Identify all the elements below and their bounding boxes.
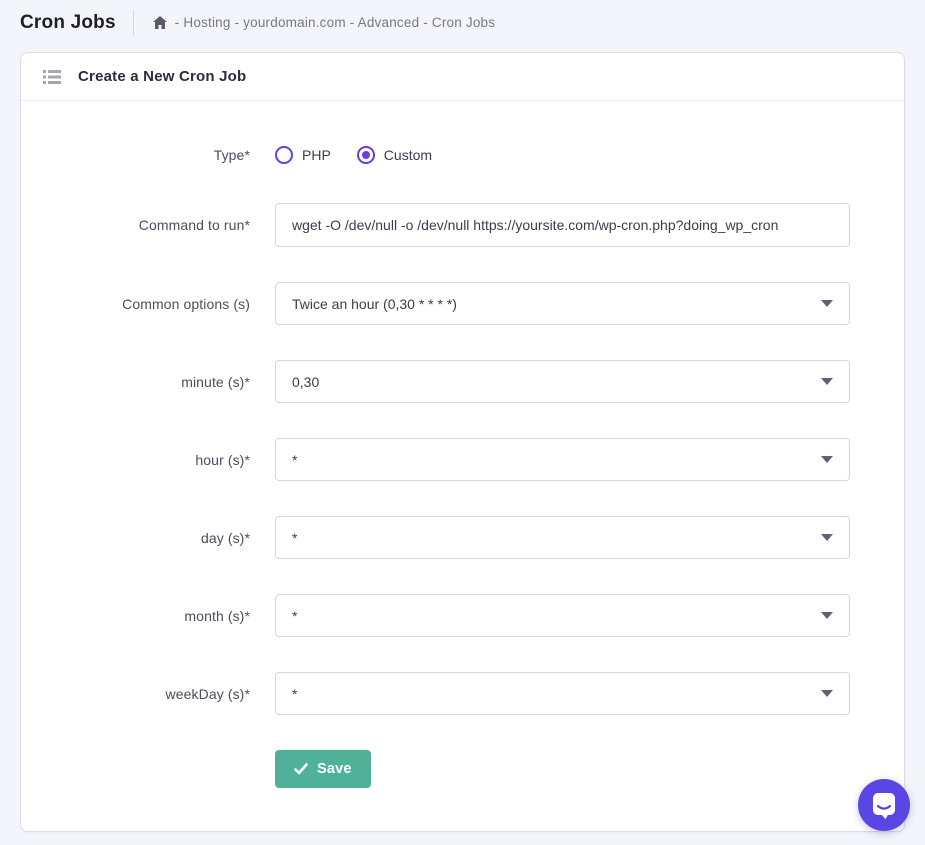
minute-select[interactable]: 0,30 <box>275 360 850 403</box>
radio-option-php[interactable]: PHP <box>275 146 331 164</box>
hour-value: * <box>292 451 298 468</box>
save-button-label: Save <box>317 761 352 777</box>
month-value: * <box>292 607 298 624</box>
radio-php-label: PHP <box>302 147 331 163</box>
weekday-value: * <box>292 685 298 702</box>
form-row-hour: hour (s)* * <box>21 438 904 481</box>
create-cron-job-card: Create a New Cron Job Type* PHP Custom C… <box>20 52 905 832</box>
save-button[interactable]: Save <box>275 750 371 788</box>
radio-custom[interactable] <box>356 146 375 164</box>
radio-custom-label: Custom <box>383 147 433 163</box>
breadcrumb: - Hosting - yourdomain.com - Advanced - … <box>152 15 495 31</box>
month-select[interactable]: * <box>275 594 850 637</box>
chat-launcher-button[interactable] <box>858 779 910 831</box>
page-title: Cron Jobs <box>20 11 116 33</box>
check-icon <box>294 763 308 775</box>
day-value: * <box>292 529 298 546</box>
form-row-weekday: weekDay (s)* * <box>21 672 904 715</box>
minute-value: 0,30 <box>292 373 320 390</box>
page-header: Cron Jobs - Hosting - yourdomain.com - A… <box>0 0 925 45</box>
chevron-down-icon <box>821 534 833 541</box>
form-row-save: Save <box>21 750 904 788</box>
form-row-month: month (s)* * <box>21 594 904 637</box>
type-label: Type* <box>213 147 250 163</box>
form-row-command: Command to run* <box>21 203 904 247</box>
hour-label: hour (s)* <box>195 451 250 468</box>
cron-job-form: Type* PHP Custom Command to run* wget -O… <box>21 101 904 788</box>
home-icon[interactable] <box>152 15 168 31</box>
card-title: Create a New Cron Job <box>78 68 247 85</box>
month-label: month (s)* <box>184 607 250 624</box>
form-row-common-options: Common options (s) Twice an hour (0,30 *… <box>21 282 904 325</box>
chevron-down-icon <box>821 378 833 385</box>
chat-bubble-icon <box>873 793 895 820</box>
chevron-down-icon <box>821 300 833 307</box>
chevron-down-icon <box>821 690 833 697</box>
chevron-down-icon <box>821 612 833 619</box>
hour-select[interactable]: * <box>275 438 850 481</box>
command-label: Command to run* <box>138 217 250 233</box>
form-row-minute: minute (s)* 0,30 <box>21 360 904 403</box>
radio-php[interactable] <box>275 146 293 164</box>
minute-label: minute (s)* <box>181 373 250 390</box>
common-options-label: Common options (s) <box>122 295 250 312</box>
breadcrumb-text[interactable]: - Hosting - yourdomain.com - Advanced - … <box>175 15 495 30</box>
radio-option-custom[interactable]: Custom <box>356 146 433 164</box>
command-input[interactable] <box>275 203 850 247</box>
list-icon <box>43 69 61 85</box>
cron-jobs-page: Cron Jobs - Hosting - yourdomain.com - A… <box>0 0 925 845</box>
day-select[interactable]: * <box>275 516 850 559</box>
card-header: Create a New Cron Job <box>21 53 904 101</box>
day-label: day (s)* <box>200 529 250 546</box>
weekday-select[interactable]: * <box>275 672 850 715</box>
form-row-day: day (s)* * <box>21 516 904 559</box>
chevron-down-icon <box>821 456 833 463</box>
weekday-label: weekDay (s)* <box>165 685 250 702</box>
form-row-type: Type* PHP Custom <box>21 146 904 164</box>
type-radio-group: PHP Custom <box>275 146 850 164</box>
common-options-value: Twice an hour (0,30 * * * *) <box>292 295 457 312</box>
common-options-select[interactable]: Twice an hour (0,30 * * * *) <box>275 282 850 325</box>
header-divider <box>132 9 134 36</box>
